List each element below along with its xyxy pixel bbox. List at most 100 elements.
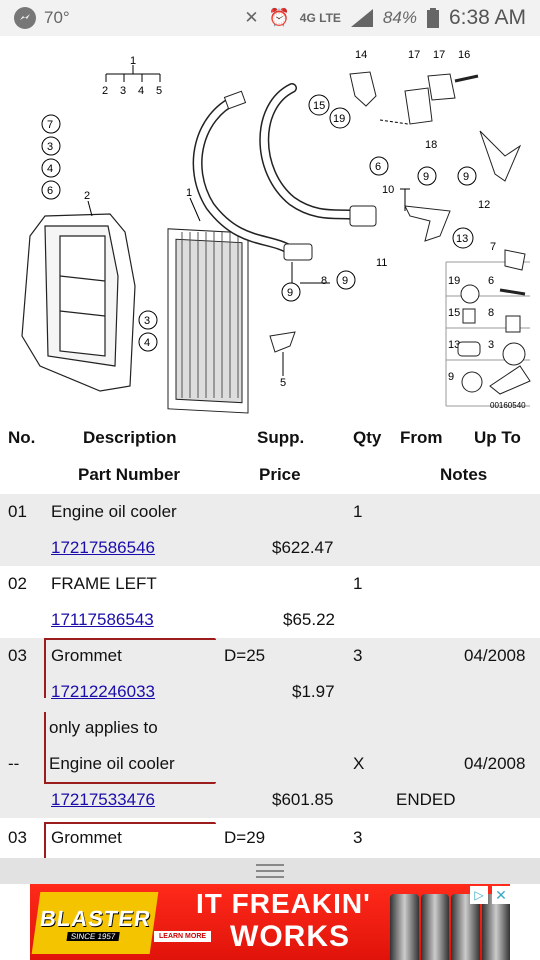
- image-code: 00160540: [490, 401, 526, 410]
- header-qty: Qty: [353, 428, 382, 447]
- svg-text:8: 8: [321, 275, 327, 287]
- clock: 6:38 AM: [448, 6, 526, 29]
- svg-text:17: 17: [408, 49, 420, 61]
- item-description: Engine oil cooler: [51, 502, 177, 521]
- signal-icon: [350, 9, 373, 27]
- svg-text:4: 4: [47, 163, 53, 175]
- adchoices-icon[interactable]: ▷: [470, 886, 488, 904]
- table-row: -- Engine oil cooler X 04/2008: [0, 746, 540, 782]
- note-box-bottom: [44, 782, 216, 784]
- svg-text:12: 12: [478, 199, 490, 211]
- svg-text:11: 11: [376, 257, 387, 269]
- table-row: 17212246033 $1.97: [0, 674, 540, 710]
- header-no: No.: [8, 428, 36, 447]
- svg-text:9: 9: [287, 287, 293, 299]
- ad-headline-1: IT FREAKIN': [196, 888, 371, 919]
- messenger-icon: [14, 7, 36, 29]
- item-price: $622.47: [272, 538, 334, 557]
- header-supp: Supp.: [257, 428, 305, 447]
- ad-brand-logo: BLASTER SINCE 1957: [31, 892, 159, 954]
- battery-icon: [426, 8, 439, 28]
- drawer-handle-bar[interactable]: [0, 858, 540, 884]
- alarm-icon: ⏰: [268, 8, 290, 27]
- table-row: 17217586546 $622.47: [0, 530, 540, 566]
- item-notes: ENDED: [396, 790, 456, 809]
- callout-1: 1: [130, 55, 136, 67]
- ad-learn-more-button[interactable]: LEARN MORE: [154, 931, 212, 942]
- item-price: $65.22: [283, 610, 335, 629]
- part-number-link[interactable]: 17217533476: [51, 782, 155, 818]
- svg-text:5: 5: [280, 377, 286, 389]
- part-number-link[interactable]: 17212246033: [51, 674, 155, 710]
- table-row: 03 Grommet D=29 3: [0, 820, 540, 856]
- table-header-row-1: No. Description Supp. Qty From Up To: [0, 420, 540, 456]
- svg-text:7: 7: [490, 241, 496, 253]
- svg-text:4: 4: [144, 337, 150, 349]
- header-price: Price: [259, 465, 301, 484]
- ad-headline-2: WORKS: [230, 920, 350, 953]
- note-box-left: [44, 712, 46, 784]
- svg-text:3: 3: [47, 141, 53, 153]
- svg-text:2: 2: [84, 190, 90, 202]
- close-icon[interactable]: ✕: [492, 886, 510, 904]
- item-no: 02: [8, 574, 27, 593]
- table-row: only applies to: [0, 710, 540, 746]
- item-qty: 1: [353, 574, 363, 593]
- item-no: 03: [8, 828, 27, 847]
- item-price: $1.97: [292, 682, 335, 701]
- item-no: --: [8, 754, 20, 773]
- header-notes: Notes: [440, 465, 488, 484]
- part-number-link[interactable]: 17217586546: [51, 530, 155, 566]
- svg-text:19: 19: [448, 275, 460, 287]
- item-no: 01: [8, 502, 27, 521]
- drag-handle-icon[interactable]: [256, 864, 284, 878]
- note-box-left: [44, 822, 46, 858]
- note-box-top: [44, 638, 216, 640]
- item-description: Engine oil cooler: [49, 754, 175, 773]
- item-supp: D=29: [224, 828, 266, 847]
- network-label: 4G LTE: [299, 11, 341, 25]
- item-qty: 3: [353, 828, 363, 847]
- header-up-to: Up To: [474, 428, 521, 447]
- item-no: 03: [8, 646, 27, 665]
- table-row: 02 FRAME LEFT 1: [0, 566, 540, 602]
- table-header-row-2: Part Number Price Notes: [0, 457, 540, 493]
- item-qty: X: [353, 754, 365, 773]
- item-supp: D=25: [224, 646, 266, 665]
- svg-text:5: 5: [156, 85, 162, 97]
- svg-text:2: 2: [102, 85, 108, 97]
- svg-text:9: 9: [423, 171, 429, 183]
- temperature: 70°: [44, 8, 70, 27]
- status-bar: 70° ✕ ⏰ 4G LTE 84% 6:38 AM: [0, 0, 540, 36]
- svg-text:1: 1: [186, 187, 192, 199]
- header-description: Description: [83, 428, 177, 447]
- svg-text:3: 3: [144, 315, 150, 327]
- svg-text:10: 10: [382, 184, 394, 196]
- parts-diagram-drawing: 1 2345 7346 2 1 34 5 99 8 11 14 1519 17 …: [21, 49, 531, 414]
- part-number-link[interactable]: 17117586543: [51, 602, 154, 638]
- item-description: FRAME LEFT: [51, 574, 157, 593]
- svg-text:17: 17: [433, 49, 445, 61]
- note-box-left: [44, 638, 46, 698]
- mute-icon: ✕: [244, 8, 259, 27]
- item-description: Grommet: [51, 646, 122, 665]
- item-qty: 3: [353, 646, 363, 665]
- svg-text:6: 6: [488, 275, 494, 287]
- svg-text:18: 18: [425, 139, 437, 151]
- ad-banner[interactable]: BLASTER SINCE 1957 LEARN MORE IT FREAKIN…: [30, 884, 510, 960]
- item-qty: 1: [353, 502, 363, 521]
- table-row: 17117586543 $65.22: [0, 602, 540, 638]
- item-up-to: 04/2008: [464, 754, 526, 773]
- table-row: 17217533476 $601.85 ENDED: [0, 782, 540, 818]
- svg-text:3: 3: [488, 339, 494, 351]
- item-description: Grommet: [51, 828, 122, 847]
- parts-diagram[interactable]: 1 2345 7346 2 1 34 5 9 9 8 11 14 15 19 1…: [0, 36, 540, 420]
- svg-text:19: 19: [333, 113, 345, 125]
- header-from: From: [400, 428, 443, 447]
- svg-text:7: 7: [47, 119, 53, 131]
- svg-text:15: 15: [448, 307, 460, 319]
- svg-text:9: 9: [448, 371, 454, 383]
- table-row: 03 Grommet D=25 3 04/2008: [0, 638, 540, 674]
- item-up-to: 04/2008: [464, 646, 526, 665]
- header-part-number: Part Number: [78, 465, 181, 484]
